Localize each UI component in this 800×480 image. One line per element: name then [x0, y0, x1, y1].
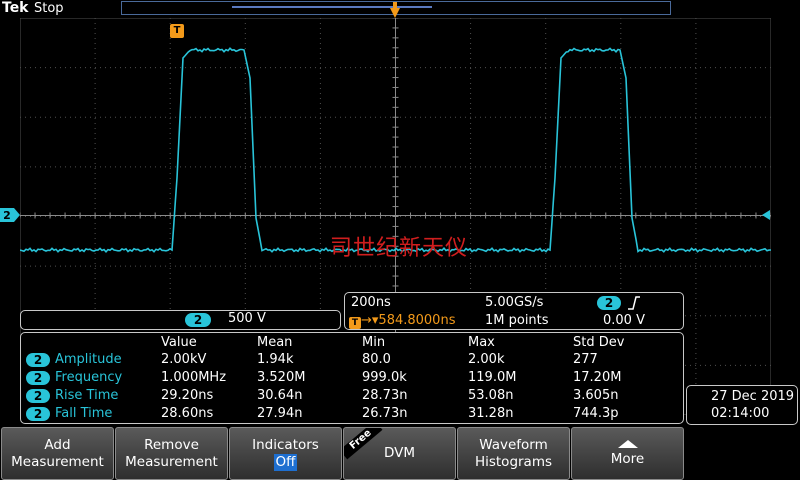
channel-scale-box[interactable]: [20, 310, 341, 330]
measurement-max: 119.0M: [468, 370, 517, 385]
trigger-level-arrow-icon[interactable]: [760, 210, 770, 220]
record-view-window: [232, 6, 432, 8]
measurement-max: 53.08n: [468, 388, 514, 403]
measurement-value: 28.60ns: [161, 406, 214, 421]
measurement-mean: 1.94k: [257, 352, 294, 367]
waveform-histograms-button[interactable]: Waveform Histograms: [457, 427, 570, 480]
column-header-value: Value: [161, 335, 197, 350]
measurement-std-dev: 17.20M: [573, 370, 622, 385]
date-label: 27 Dec 2019: [711, 389, 795, 404]
measurement-value: 1.000MHz: [161, 370, 227, 385]
measurement-mean: 3.520M: [257, 370, 306, 385]
trigger-level-value: 0.00 V: [603, 313, 645, 328]
measurement-std-dev: 744.3p: [573, 406, 619, 421]
measurement-std-dev: 277: [573, 352, 598, 367]
channel-badge[interactable]: 2: [185, 313, 211, 327]
position-arrow-icon: →▾: [361, 313, 379, 328]
measurement-min: 80.0: [362, 352, 391, 367]
horizontal-position: T →▾584.8000ns: [349, 313, 455, 329]
measurement-name[interactable]: Amplitude: [55, 352, 122, 367]
measurement-min: 28.73n: [362, 388, 408, 403]
column-header-min: Min: [362, 335, 386, 350]
add-measurement-button[interactable]: Add Measurement: [1, 427, 114, 480]
measurement-min: 999.0k: [362, 370, 407, 385]
softkey-label-line1: Waveform: [479, 436, 548, 453]
indicators-state: Off: [273, 453, 298, 471]
watermark-text: 司世纪新天仪: [330, 236, 469, 261]
bottom-softkey-bar: Add Measurement Remove Measurement Indic…: [0, 427, 800, 480]
brand-logo: Tek: [2, 0, 29, 16]
measurement-mean: 27.94n: [257, 406, 303, 421]
measurement-value: 29.20ns: [161, 388, 214, 403]
sample-rate-value: 5.00GS/s: [485, 295, 544, 310]
measurement-max: 31.28n: [468, 406, 514, 421]
trigger-small-icon: T: [349, 317, 361, 329]
measurement-name[interactable]: Rise Time: [55, 388, 118, 403]
measurement-channel-badge: 2: [26, 407, 50, 421]
trigger-t-icon: T: [170, 24, 184, 38]
softkey-label-line2: Measurement: [125, 453, 218, 470]
acquisition-state[interactable]: Stop: [34, 1, 64, 16]
trigger-source-badge: 2: [597, 296, 621, 310]
measurement-name[interactable]: Frequency: [55, 370, 122, 385]
measurement-channel-badge: 2: [26, 389, 50, 403]
softkey-label-line1: More: [610, 450, 645, 467]
measurement-max: 2.00k: [468, 352, 505, 367]
horizontal-position-value: 584.8000ns: [378, 313, 456, 328]
softkey-label-line1: Add: [44, 436, 71, 453]
softkey-label-line1: Indicators: [252, 436, 319, 453]
measurement-mean: 30.64n: [257, 388, 303, 403]
time-label: 02:14:00: [711, 406, 770, 421]
measurement-min: 26.73n: [362, 406, 408, 421]
softkey-label-line2: Measurement: [11, 453, 104, 470]
measurement-name[interactable]: Fall Time: [55, 406, 112, 421]
free-tag: Free: [344, 428, 383, 460]
rising-edge-icon: [628, 296, 640, 310]
softkey-label-line2: Histograms: [474, 453, 553, 470]
column-header-max: Max: [468, 335, 495, 350]
measurement-channel-badge: 2: [26, 371, 50, 385]
up-arrow-icon: [617, 439, 638, 448]
record-length-value: 1M points: [485, 313, 549, 328]
remove-measurement-button[interactable]: Remove Measurement: [115, 427, 228, 480]
column-header-std-dev: Std Dev: [573, 335, 625, 350]
timebase-value: 200ns: [351, 295, 391, 310]
measurement-std-dev: 3.605n: [573, 388, 619, 403]
measurement-value: 2.00kV: [161, 352, 207, 367]
dvm-button[interactable]: Free DVM: [343, 427, 456, 480]
more-button[interactable]: More: [571, 427, 684, 480]
channel-marker-label: 2: [3, 209, 11, 222]
column-header-mean: Mean: [257, 335, 293, 350]
measurement-channel-badge: 2: [26, 353, 50, 367]
horizontal-trigger-readout[interactable]: 200ns 5.00GS/s T →▾584.8000ns 1M points 2…: [344, 292, 684, 330]
softkey-label-line1: Remove: [144, 436, 199, 453]
measurement-table[interactable]: Value Mean Min Max Std Dev 2 Amplitude 2…: [20, 332, 684, 424]
channel-vertical-scale: 500 V: [228, 311, 266, 326]
date-time-box[interactable]: 27 Dec 2019 02:14:00: [686, 385, 798, 425]
softkey-label-line1: DVM: [383, 445, 416, 461]
channel-2-ground-marker[interactable]: 2: [0, 208, 20, 222]
indicators-button[interactable]: Indicators Off: [229, 427, 342, 480]
